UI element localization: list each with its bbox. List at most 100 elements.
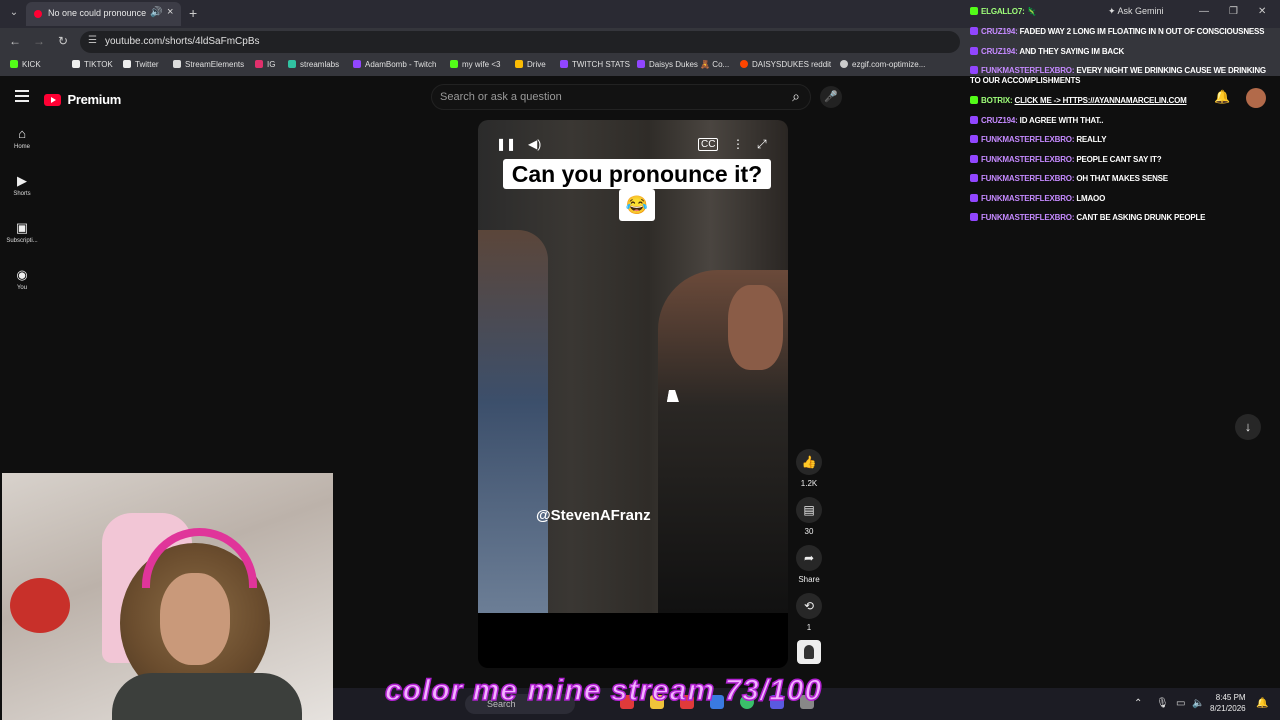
account-avatar[interactable] xyxy=(1246,88,1266,108)
voice-search-mic-icon[interactable]: 🎤 xyxy=(820,86,842,108)
taskbar-clock[interactable]: 8:45 PM 8/21/2026 xyxy=(1210,692,1246,714)
ask-gemini-button[interactable]: ✦ Ask Gemini xyxy=(1108,6,1164,17)
chat-message: funkmasterflexbro: really xyxy=(970,135,1107,144)
chat-message: funkmasterflexbro: cant be asking drunk … xyxy=(970,213,1206,222)
chat-message: funkmasterflexbro: oh that makes sense xyxy=(970,174,1168,183)
bookmark-drive[interactable]: Drive xyxy=(515,60,546,69)
bookmark-tiktok[interactable]: TIKTOK xyxy=(72,60,113,69)
chat-username: funkmasterflexbro: xyxy=(981,155,1075,164)
tray-volume-icon[interactable]: 🔈 xyxy=(1192,698,1204,709)
bookmark-twitter[interactable]: Twitter xyxy=(123,60,159,69)
remix-button[interactable]: ⟲ 1 xyxy=(794,593,824,632)
chat-text: really xyxy=(1076,135,1107,144)
bookmark-label: streamlabs xyxy=(300,60,340,69)
you-icon: ◉ xyxy=(16,267,28,282)
bookmark-ezgif[interactable]: ezgif.com-optimize... xyxy=(840,60,925,69)
close-tab-icon[interactable]: × xyxy=(167,6,173,18)
bookmark-daisysdukes-reddit[interactable]: DAISYSDUKES reddit xyxy=(740,60,831,69)
home-icon: ⌂ xyxy=(18,126,26,141)
search-input[interactable]: Search or ask a question ⌕ xyxy=(431,84,811,110)
like-button[interactable]: 👍 1.2K xyxy=(794,449,824,488)
chat-text: 🦎 xyxy=(1026,7,1037,16)
video-face xyxy=(728,285,783,370)
bookmark-kick[interactable]: KICK xyxy=(10,60,41,69)
browser-tab-strip: ⌄ No one could pronounce t 🔊 × + ✦ Ask G… xyxy=(0,0,1280,28)
twitch-badge-icon xyxy=(970,116,978,124)
chat-message: botrix: click me -> https://ayannamarcel… xyxy=(970,96,1187,105)
rail-item-you[interactable]: ◉ You xyxy=(0,267,44,291)
share-button[interactable]: ➦ Share xyxy=(794,545,824,584)
chat-text: cant be asking drunk people xyxy=(1076,213,1206,222)
tab-search-icon[interactable]: ⌄ xyxy=(6,5,22,21)
captions-icon[interactable]: CC xyxy=(698,138,719,151)
close-window-icon[interactable]: ✕ xyxy=(1258,6,1266,17)
bookmark-twitch-stats[interactable]: TWITCH STATS xyxy=(560,60,630,69)
tray-mic-icon[interactable]: 🎙 xyxy=(1156,698,1169,709)
chat-message: cruz194: and they saying im back xyxy=(970,47,1124,56)
rail-label: Subscripti... xyxy=(6,238,38,244)
address-bar[interactable]: ☰ youtube.com/shorts/4ldSaFmCpBs xyxy=(80,31,960,53)
twitch-badge-icon xyxy=(970,135,978,143)
youtube-favicon-icon xyxy=(34,10,42,18)
browser-tab-active[interactable]: No one could pronounce t 🔊 × xyxy=(26,2,181,26)
rail-item-shorts[interactable]: ▶ Shorts xyxy=(0,173,44,197)
notification-center-icon[interactable]: 🔔 xyxy=(1256,698,1268,709)
pause-icon[interactable]: ❚❚ xyxy=(496,137,516,151)
chat-username: funkmasterflexbro: xyxy=(981,194,1075,203)
tray-chevron-icon[interactable]: ⌃ xyxy=(1134,698,1142,709)
chat-text: id agree with that.. xyxy=(1019,116,1104,125)
chat-username: funkmasterflexbro: xyxy=(981,213,1075,222)
bookmark-label: AdamBomb - Twitch xyxy=(365,60,437,69)
reload-icon[interactable]: ↻ xyxy=(56,34,70,48)
bookmark-label: IG xyxy=(267,60,276,69)
back-icon[interactable]: ← xyxy=(8,34,22,48)
rail-item-subscriptions[interactable]: ▣ Subscripti... xyxy=(0,220,44,244)
fullscreen-icon[interactable]: ⤢ xyxy=(757,137,767,152)
tray-network-icon[interactable]: ▭ xyxy=(1176,698,1185,709)
chat-username: funkmasterflexbro: xyxy=(981,66,1075,75)
bookmark-label: TIKTOK xyxy=(84,60,113,69)
chat-username: funkmasterflexbro: xyxy=(981,174,1075,183)
forward-icon[interactable]: → xyxy=(32,34,46,48)
chat-text: oh that makes sense xyxy=(1076,174,1168,183)
comment-icon: ▤ xyxy=(796,497,822,523)
bookmark-label: my wife <3 xyxy=(462,60,501,69)
bookmark-adambomb[interactable]: AdamBomb - Twitch xyxy=(353,60,436,69)
restore-window-icon[interactable]: ❐ xyxy=(1229,6,1238,17)
hamburger-menu-icon[interactable] xyxy=(15,90,29,102)
url-text: youtube.com/shorts/4ldSaFmCpBs xyxy=(105,36,260,47)
next-short-arrow-icon[interactable]: ↓ xyxy=(1235,414,1261,440)
shorts-player[interactable]: ❚❚ ◀) CC ⋮ ⤢ Can you pronounce it? 😂 @St… xyxy=(478,120,788,668)
volume-icon[interactable]: ◀) xyxy=(528,137,541,151)
bookmark-ig[interactable]: IG xyxy=(255,60,275,69)
more-options-icon[interactable]: ⋮ xyxy=(732,137,744,151)
tab-title: No one could pronounce t xyxy=(48,8,148,18)
bookmark-my-wife[interactable]: my wife <3 xyxy=(450,60,500,69)
chat-username: cruz194: xyxy=(981,116,1018,125)
kick-badge-icon xyxy=(970,7,978,15)
video-person-left xyxy=(478,230,548,613)
like-count: 1.2K xyxy=(800,479,818,488)
caption-emoji: 😂 xyxy=(619,189,655,221)
bookmark-label: ezgif.com-optimize... xyxy=(852,60,926,69)
audio-playing-icon[interactable]: 🔊 xyxy=(150,7,162,18)
notifications-bell-icon[interactable]: 🔔 xyxy=(1214,89,1230,105)
ask-gemini-label: Ask Gemini xyxy=(1117,6,1164,16)
twitch-badge-icon xyxy=(970,66,978,74)
comments-button[interactable]: ▤ 30 xyxy=(794,497,824,536)
thumbs-up-icon: 👍 xyxy=(796,449,822,475)
rail-item-home[interactable]: ⌂ Home xyxy=(0,126,44,150)
bookmark-streamlabs[interactable]: streamlabs xyxy=(288,60,339,69)
bookmark-streamelements[interactable]: StreamElements xyxy=(173,60,244,69)
bookmark-label: StreamElements xyxy=(185,60,245,69)
youtube-premium-logo[interactable]: Premium xyxy=(44,91,121,109)
search-icon[interactable]: ⌕ xyxy=(792,88,800,105)
webcam-body xyxy=(112,673,302,720)
minimize-window-icon[interactable]: — xyxy=(1199,6,1209,17)
chat-text[interactable]: click me -> https://ayannamarcelin.com xyxy=(1015,96,1187,105)
new-tab-icon[interactable]: + xyxy=(189,5,197,21)
share-arrow-icon: ➦ xyxy=(796,545,822,571)
channel-thumbnail[interactable] xyxy=(797,640,821,664)
bookmark-daisys-dukes[interactable]: Daisys Dukes 🧸 Co... xyxy=(637,60,729,69)
site-info-icon[interactable]: ☰ xyxy=(88,35,97,46)
